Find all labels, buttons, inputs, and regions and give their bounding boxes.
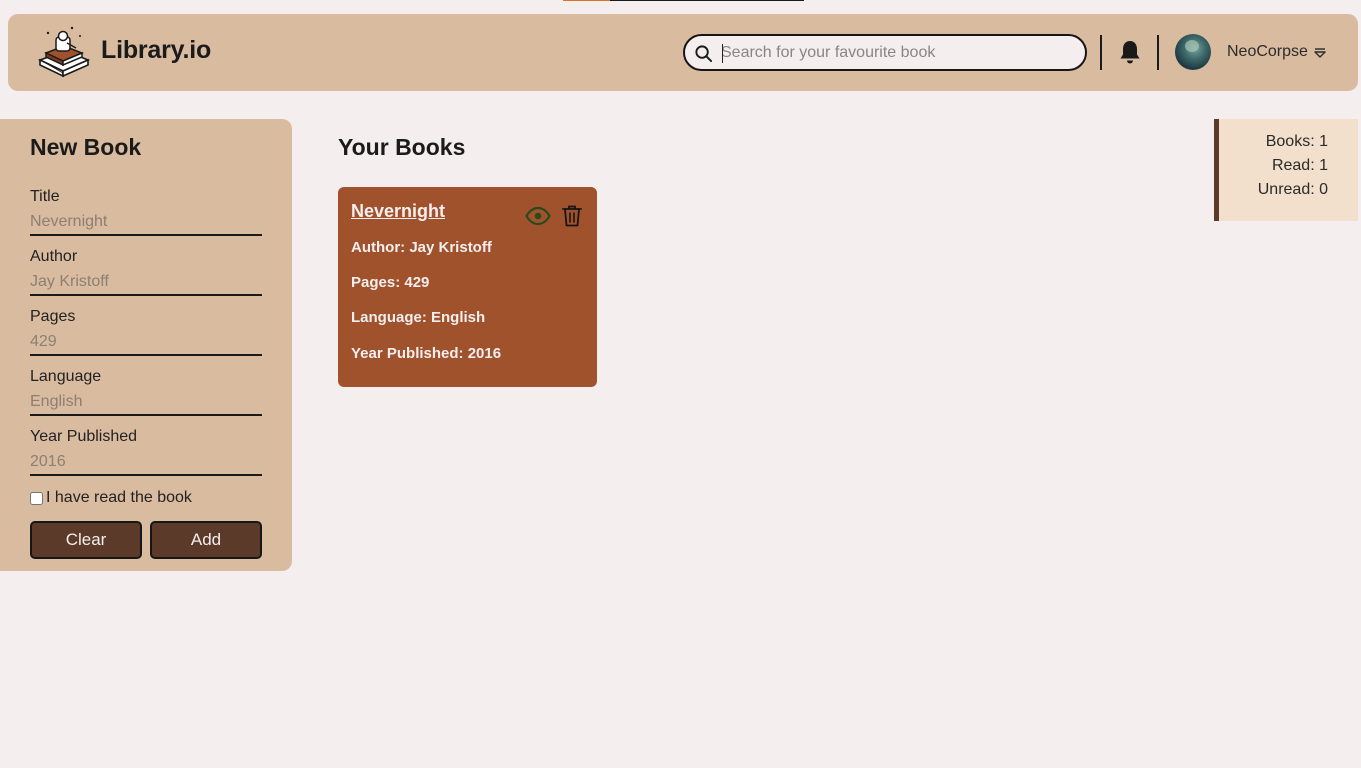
brand-name[interactable]: Library.io xyxy=(101,36,211,65)
title-input[interactable] xyxy=(30,210,262,236)
title-field: Title xyxy=(30,188,262,236)
panel-title: New Book xyxy=(30,134,142,160)
book-title[interactable]: Nevernight xyxy=(351,201,445,222)
loading-bar-progress xyxy=(563,0,610,1)
book-pages: Pages: 429 xyxy=(351,274,430,291)
read-checkbox-row[interactable]: I have read the book xyxy=(30,489,192,507)
field-label: Language xyxy=(30,368,102,385)
pages-field: Pages xyxy=(30,308,262,356)
books-count: Books: 1 xyxy=(1265,133,1328,150)
book-card: Nevernight Author: Jay Kristoff Pages: 4… xyxy=(338,187,597,387)
language-field: Language xyxy=(30,368,262,416)
book-author: Author: Jay Kristoff xyxy=(351,239,492,256)
language-input[interactable] xyxy=(30,390,262,416)
clear-button[interactable]: Clear xyxy=(30,521,142,559)
chevron-down-icon[interactable] xyxy=(1313,46,1327,60)
search-icon[interactable] xyxy=(694,44,713,63)
add-button[interactable]: Add xyxy=(150,521,262,559)
text-cursor xyxy=(722,44,723,63)
avatar[interactable] xyxy=(1175,34,1211,70)
field-label: Pages xyxy=(30,308,76,325)
search-input[interactable] xyxy=(721,38,1076,67)
header-divider xyxy=(1100,35,1102,70)
stats-panel: Books: 1 Read: 1 Unread: 0 xyxy=(1214,119,1358,221)
trash-icon[interactable] xyxy=(561,204,583,228)
library-logo-icon xyxy=(37,26,91,78)
page-loading-bar xyxy=(563,0,804,1)
author-field: Author xyxy=(30,248,262,296)
author-input[interactable] xyxy=(30,270,262,296)
page-title: Your Books xyxy=(338,134,466,160)
eye-icon[interactable] xyxy=(525,206,551,226)
pages-input[interactable] xyxy=(30,330,262,356)
header-divider xyxy=(1157,35,1159,70)
year-input[interactable] xyxy=(30,450,262,476)
book-year: Year Published: 2016 xyxy=(351,345,502,362)
field-label: Title xyxy=(30,188,60,205)
field-label: Year Published xyxy=(30,428,138,445)
read-count: Read: 1 xyxy=(1271,157,1328,174)
book-language: Language: English xyxy=(351,309,486,326)
read-checkbox-label: I have read the book xyxy=(46,489,192,506)
year-field: Year Published xyxy=(30,428,262,476)
new-book-panel: New Book Title Author Pages Language Yea… xyxy=(0,119,292,571)
top-header: Library.io NeoCorpse xyxy=(8,14,1358,91)
unread-count: Unread: 0 xyxy=(1257,181,1328,198)
search-bar[interactable] xyxy=(683,34,1087,71)
bell-icon[interactable] xyxy=(1118,39,1142,65)
field-label: Author xyxy=(30,248,78,265)
username[interactable]: NeoCorpse xyxy=(1227,43,1308,61)
read-checkbox[interactable] xyxy=(30,491,43,505)
